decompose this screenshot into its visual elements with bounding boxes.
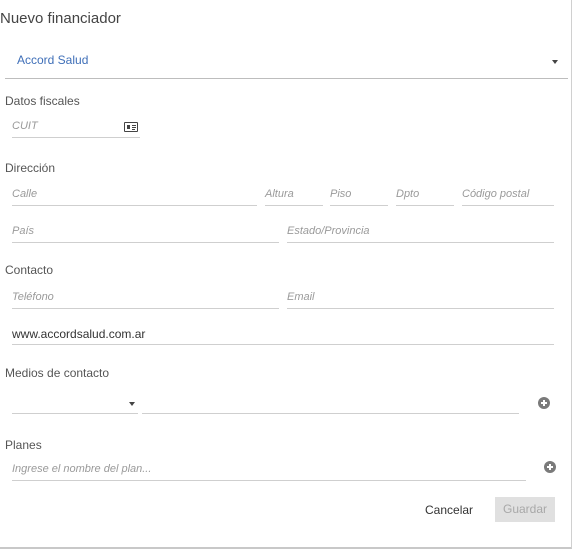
floor-input[interactable]: Piso (330, 185, 388, 206)
caret-down-icon (129, 402, 135, 406)
add-plan-icon[interactable] (544, 461, 556, 473)
contact-type-select[interactable] (12, 393, 138, 414)
new-financier-dialog: Nuevo financiador Accord Salud Datos fis… (0, 0, 572, 549)
floor-placeholder: Piso (330, 188, 352, 200)
state-placeholder: Estado/Provincia (287, 225, 370, 237)
country-input[interactable]: País (12, 222, 279, 243)
save-button[interactable]: Guardar (495, 497, 555, 522)
cuit-placeholder: CUIT (12, 120, 38, 132)
phone-placeholder: Teléfono (12, 291, 54, 303)
email-placeholder: Email (287, 291, 315, 303)
plan-name-placeholder: Ingrese el nombre del plan... (12, 463, 152, 475)
financier-select-value: Accord Salud (17, 53, 89, 67)
number-input[interactable]: Altura (265, 185, 323, 206)
phone-input[interactable]: Teléfono (12, 288, 279, 309)
plan-name-input[interactable]: Ingrese el nombre del plan... (12, 460, 526, 481)
street-placeholder: Calle (12, 188, 38, 200)
contact-section-label: Contacto (5, 263, 54, 277)
state-input[interactable]: Estado/Provincia (287, 222, 554, 243)
financier-select[interactable]: Accord Salud (5, 46, 568, 79)
add-contact-means-icon[interactable] (538, 397, 550, 409)
apartment-input[interactable]: Dpto (396, 185, 454, 206)
country-placeholder: País (12, 225, 35, 237)
apartment-placeholder: Dpto (396, 188, 420, 200)
cuit-input[interactable]: CUIT (12, 117, 140, 138)
fiscal-section-label: Datos fiscales (5, 94, 80, 108)
postal-code-input[interactable]: Código postal (462, 185, 554, 206)
website-input[interactable]: www.accordsalud.com.ar (12, 324, 554, 345)
cancel-button[interactable]: Cancelar (425, 503, 473, 517)
postal-code-placeholder: Código postal (462, 188, 530, 200)
email-input[interactable]: Email (287, 288, 554, 309)
id-card-icon[interactable] (124, 122, 138, 132)
contact-value-input[interactable] (142, 393, 519, 414)
caret-down-icon[interactable] (552, 60, 558, 64)
number-placeholder: Altura (265, 188, 294, 200)
address-section-label: Dirección (5, 161, 56, 175)
dialog-title: Nuevo financiador (0, 10, 121, 27)
contact-means-section-label: Medios de contacto (5, 366, 110, 380)
website-value: www.accordsalud.com.ar (12, 327, 146, 341)
plans-section-label: Planes (5, 438, 42, 452)
street-input[interactable]: Calle (12, 185, 257, 206)
